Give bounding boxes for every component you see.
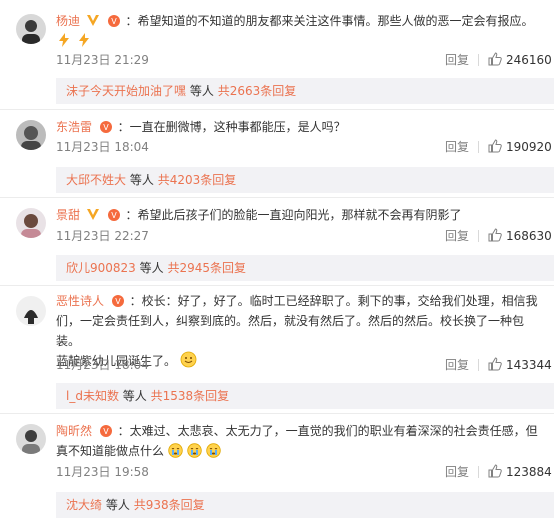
like-count: 168630	[506, 229, 552, 243]
comment-item: 杨迪 V ：希望知道的不知道的朋友都来关注这件事情。那些人做的恶一定会有报应。 …	[0, 0, 554, 104]
divider	[478, 466, 479, 478]
crying-emoji-icon	[186, 443, 202, 458]
svg-text:V: V	[111, 211, 117, 220]
divider	[478, 141, 479, 153]
reply-button[interactable]: 回复	[445, 226, 469, 246]
thumbs-up-icon	[488, 464, 502, 478]
like-count: 246160	[506, 53, 552, 67]
sub-reply-count-link[interactable]: 共2945条回复	[167, 261, 246, 275]
sub-reply-text: 等人	[129, 173, 154, 187]
avatar[interactable]	[16, 14, 46, 44]
reply-button[interactable]: 回复	[445, 355, 469, 375]
username-link[interactable]: 景甜	[56, 208, 80, 222]
avatar[interactable]	[16, 120, 46, 150]
divider	[478, 359, 479, 371]
like-button[interactable]: 143344	[488, 355, 552, 375]
avatar[interactable]	[16, 208, 46, 238]
avatar[interactable]	[16, 424, 46, 454]
sub-reply-user[interactable]: 大邱不姓大	[66, 173, 126, 187]
sub-reply-text: 等人	[139, 261, 164, 275]
sub-reply-summary[interactable]: 大邱不姓大 等人 共4203条回复	[56, 167, 554, 193]
sub-reply-summary[interactable]: 欣儿900823 等人 共2945条回复	[56, 255, 554, 281]
sub-reply-text: 等人	[189, 84, 214, 98]
thumbs-up-icon	[488, 139, 502, 153]
username-link[interactable]: 恶性诗人	[56, 294, 104, 308]
comment-text: 真不知道能做点什么	[56, 444, 165, 458]
divider	[478, 230, 479, 242]
thumbs-up-icon	[488, 52, 502, 66]
lightning-icon	[78, 33, 89, 47]
vip-medal-icon: V	[107, 15, 120, 27]
thumbs-up-icon	[488, 357, 502, 371]
verified-badge-icon	[86, 209, 99, 220]
sub-reply-text: 等人	[105, 498, 130, 512]
comment-item: 陶昕然 V ：太难过、太悲哀、太无力了，一直觉的我们的职业有着深深的社会责任感，…	[0, 414, 554, 519]
vip-medal-icon: V	[99, 425, 112, 437]
comment-item: 景甜 V ：希望此后孩子们的脸能一直迎向阳光，那样就不会再有阴影了 11月23日…	[0, 198, 554, 284]
comment-text: ：太难过、太悲哀、太无力了，一直觉的我们的职业有着深深的社会责任感，但	[117, 424, 538, 438]
svg-text:V: V	[103, 427, 109, 436]
avatar[interactable]	[16, 296, 46, 326]
username-link[interactable]: 东浩雷	[56, 120, 92, 134]
thumbs-up-icon	[488, 228, 502, 242]
timestamp: 11月23日 18:04	[56, 358, 149, 372]
verified-badge-icon	[86, 15, 99, 26]
sub-reply-user[interactable]: 欣儿900823	[66, 261, 136, 275]
comment-item: 东浩雷 V ：一直在删微博，这种事都能压，是人吗？ 11月23日 18:04 回…	[0, 110, 554, 196]
comment-text: ：一直在删微博，这种事都能压，是人吗？	[117, 120, 346, 134]
sub-reply-summary[interactable]: 沫子今天开始加油了嘿 等人 共2663条回复	[56, 78, 554, 104]
vip-medal-icon: V	[107, 209, 120, 221]
sub-reply-summary[interactable]: l_d未知数 等人 共1538条回复	[56, 383, 554, 409]
vip-medal-icon: V	[111, 295, 124, 307]
reply-button[interactable]: 回复	[445, 137, 469, 157]
comment-text: 们，一定会责任到人，纠察到底的。然后，就没有然后了。然后的然后。校长换了一种包装…	[56, 314, 525, 348]
sub-reply-count-link[interactable]: 共2663条回复	[218, 84, 297, 98]
svg-text:V: V	[111, 17, 117, 26]
sub-reply-user[interactable]: l_d未知数	[66, 389, 119, 403]
timestamp: 11月23日 19:58	[56, 465, 149, 479]
reply-button[interactable]: 回复	[445, 462, 469, 482]
lightning-icon	[59, 33, 69, 47]
sub-reply-count-link[interactable]: 共938条回复	[134, 498, 205, 512]
crying-emoji-icon	[168, 443, 183, 458]
timestamp: 11月23日 18:04	[56, 140, 149, 154]
comment-item: 恶性诗人 V ：校长：好了，好了。临时工已经辞职了。剩下的事，交给我们处理，相信…	[0, 286, 554, 412]
sub-reply-count-link[interactable]: 共4203条回复	[158, 173, 237, 187]
sub-reply-user[interactable]: 沈大绮	[66, 498, 102, 512]
sub-reply-count-link[interactable]: 共1538条回复	[151, 389, 230, 403]
crying-emoji-icon	[205, 443, 221, 458]
like-button[interactable]: 246160	[488, 50, 552, 70]
timestamp: 11月23日 22:27	[56, 229, 149, 243]
timestamp: 11月23日 21:29	[56, 53, 149, 67]
comment-text: ：希望知道的不知道的朋友都来关注这件事情。那些人做的恶一定会有报应。	[125, 14, 534, 28]
sub-reply-user[interactable]: 沫子今天开始加油了嘿	[66, 84, 186, 98]
like-button[interactable]: 168630	[488, 226, 552, 246]
sub-reply-text: 等人	[122, 389, 147, 403]
username-link[interactable]: 杨迪	[56, 14, 80, 28]
svg-text:V: V	[115, 297, 121, 306]
sub-reply-summary[interactable]: 沈大绮 等人 共938条回复	[56, 492, 554, 518]
svg-text:V: V	[103, 123, 109, 132]
comment-text: ：希望此后孩子们的脸能一直迎向阳光，那样就不会再有阴影了	[125, 208, 462, 222]
comment-text: ：校长：好了，好了。临时工已经辞职了。剩下的事，交给我们处理，相信我	[129, 294, 538, 308]
like-count: 123884	[506, 465, 552, 479]
reply-button[interactable]: 回复	[445, 50, 469, 70]
like-count: 143344	[506, 358, 552, 372]
username-link[interactable]: 陶昕然	[56, 424, 92, 438]
like-button[interactable]: 190920	[488, 137, 552, 157]
vip-medal-icon: V	[99, 121, 112, 133]
like-button[interactable]: 123884	[488, 462, 552, 482]
like-count: 190920	[506, 140, 552, 154]
divider	[478, 54, 479, 66]
